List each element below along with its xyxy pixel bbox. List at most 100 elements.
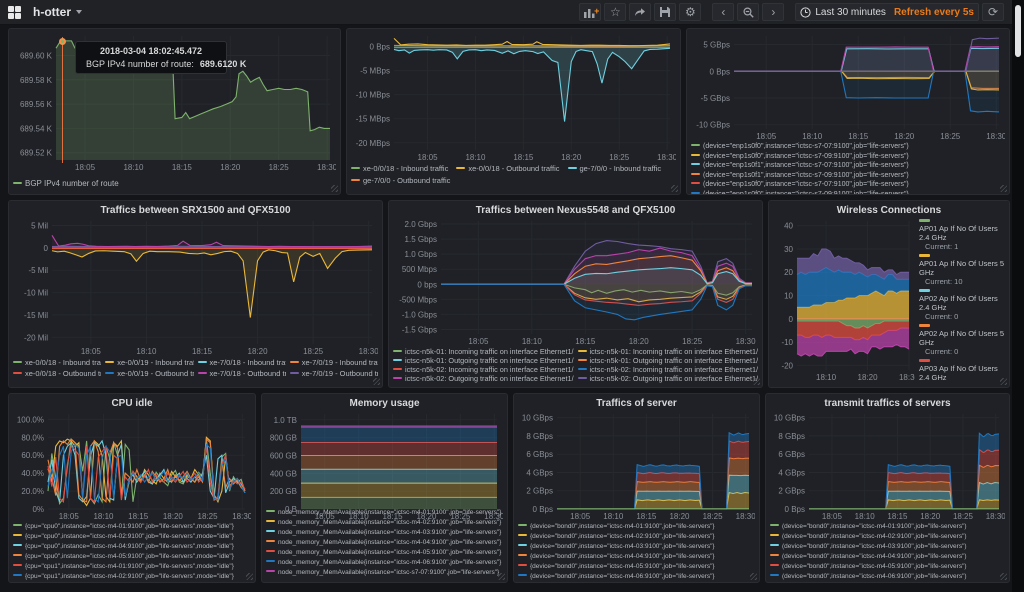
panel-title[interactable]: CPU idle bbox=[13, 397, 251, 410]
legend-item[interactable]: (device="bond0",instance="ictsc-m4-06:91… bbox=[770, 572, 1005, 582]
legend-item[interactable]: (device="bond0",instance="ictsc-m4-05:91… bbox=[770, 562, 1005, 572]
legend-item[interactable]: (device="enp1s0f0",instance="ictsc-s7-09… bbox=[691, 152, 1005, 162]
time-forward-button[interactable]: › bbox=[762, 3, 784, 21]
legend-item[interactable]: ictsc-n5k-02: Incoming traffic on interf… bbox=[393, 365, 574, 374]
cpu-idle-chart[interactable]: 100.0%80.0%60.0%40.0%20.0%0%18:0518:1018… bbox=[13, 410, 251, 522]
legend-item[interactable]: {cpu="cpu0",instance="ictsc-m4-01:9100",… bbox=[13, 522, 251, 532]
interface-traffic-chart[interactable]: 0 Bps-5 MBps-10 MBps-15 MBps-20 MBps18:0… bbox=[351, 32, 676, 163]
legend-item[interactable]: node_memory_MemAvailable{instance="ictsc… bbox=[266, 548, 503, 558]
panel-resize-handle[interactable] bbox=[498, 573, 505, 580]
legend-item[interactable]: (device="enp1s0f0",instance="ictsc-s7-07… bbox=[691, 180, 1005, 190]
legend-item[interactable]: (device="enp1s0f1",instance="ictsc-s7-07… bbox=[691, 161, 1005, 171]
grafana-menu-icon[interactable] bbox=[8, 6, 21, 19]
legend-item[interactable]: {cpu="cpu1",instance="ictsc-m4-01:9100",… bbox=[13, 562, 251, 572]
legend-item[interactable]: xe-7/0/18 - Inbound traffic bbox=[198, 357, 286, 368]
panel-resize-handle[interactable] bbox=[1000, 378, 1007, 385]
panel-resize-handle[interactable] bbox=[753, 378, 760, 385]
memory-usage-chart[interactable]: 1.0 TB800 GB600 GB400 GB200 GB0 B18:0518… bbox=[266, 410, 503, 522]
legend-item[interactable]: (device="bond0",instance="ictsc-m4-03:91… bbox=[770, 542, 1005, 552]
legend-item[interactable]: {cpu="cpu0",instance="ictsc-m4-05:9100",… bbox=[13, 552, 251, 562]
legend-item[interactable]: (device="bond0",instance="ictsc-m4-02:91… bbox=[770, 532, 1005, 542]
legend-item[interactable]: {device="bond0",instance="ictsc-m4-06:91… bbox=[518, 572, 755, 582]
legend-item[interactable]: ge-7/0/0 - Outbound traffic bbox=[351, 175, 450, 187]
legend-color-swatch bbox=[578, 377, 587, 379]
legend-item[interactable]: xe-0/0/18 - Inbound traffic bbox=[351, 163, 448, 175]
settings-button[interactable]: ⚙ bbox=[679, 3, 701, 21]
legend-item[interactable]: node_memory_MemAvailable{instance="ictsc… bbox=[266, 558, 503, 568]
legend-item[interactable]: xe-0/0/19 - Outbound traffic bbox=[105, 368, 193, 379]
legend-item[interactable]: xe-0/0/18 - Outbound traffic bbox=[13, 368, 101, 379]
wireless-chart[interactable]: 403020100-10-2018:1018:2018:30 bbox=[773, 217, 915, 383]
legend-item[interactable]: {device="bond0",instance="ictsc-m4-01:91… bbox=[518, 522, 755, 532]
legend-item[interactable]: (device="enp1s0f0",instance="ictsc-s7-09… bbox=[691, 190, 1005, 196]
legend-item[interactable]: BGP IPv4 number of route bbox=[13, 176, 119, 191]
legend-item[interactable]: AP02 Ap If No Of Users 5 GHzCurrent: 0 bbox=[919, 324, 1005, 356]
nic-traffic-chart[interactable]: 5 GBps0 Bps-5 GBps-10 GBps18:0518:1018:1… bbox=[691, 32, 1005, 142]
panel-resize-handle[interactable] bbox=[331, 185, 338, 192]
zoom-out-button[interactable] bbox=[737, 3, 759, 21]
star-button[interactable]: ☆ bbox=[604, 3, 626, 21]
legend-item[interactable]: {device="bond0",instance="ictsc-m4-04:91… bbox=[518, 552, 755, 562]
panel-title[interactable]: Traffics between Nexus5548 and QFX5100 bbox=[393, 204, 758, 217]
legend-item[interactable]: ictsc-n5k-02: Outgoing traffic on interf… bbox=[393, 374, 574, 383]
dashboard-picker[interactable]: h-otter bbox=[29, 3, 86, 21]
time-back-button[interactable]: ‹ bbox=[712, 3, 734, 21]
legend-item[interactable]: node_memory_MemAvailable{instance="ictsc… bbox=[266, 538, 503, 548]
add-panel-button[interactable]: + bbox=[579, 3, 601, 21]
panel-title[interactable]: Memory usage bbox=[266, 397, 503, 410]
legend-item[interactable]: xe-0/0/18 - Inbound traffic bbox=[13, 357, 101, 368]
legend-item[interactable]: ge-7/0/0 - Inbound traffic bbox=[568, 163, 662, 175]
legend-item[interactable]: {cpu="cpu1",instance="ictsc-m4-02:9100",… bbox=[13, 572, 251, 582]
legend-item[interactable]: (device="bond0",instance="ictsc-m4-01:91… bbox=[770, 522, 1005, 532]
share-button[interactable] bbox=[629, 3, 651, 21]
legend-item[interactable]: node_memory_MemAvailable{instance="ictsc… bbox=[266, 568, 503, 578]
legend-item[interactable]: (device="enp1s0f1",instance="ictsc-s7-09… bbox=[691, 171, 1005, 181]
transmit-traffic-chart[interactable]: 10 GBps8 GBps6 GBps4 GBps2 GBps0 Bps18:0… bbox=[770, 410, 1005, 522]
legend-item[interactable]: xe-7/0/18 - Outbound traffic bbox=[198, 368, 286, 379]
nexus-qfx-chart[interactable]: 2.0 Gbps1.5 Gbps1.0 Gbps500 Mbps0 bps-50… bbox=[393, 217, 758, 347]
legend-item[interactable]: {device="bond0",instance="ictsc-m4-05:91… bbox=[518, 562, 755, 572]
legend-item[interactable]: {device="bond0",instance="ictsc-m4-02:91… bbox=[518, 532, 755, 542]
panel-resize-handle[interactable] bbox=[373, 378, 380, 385]
legend-item[interactable]: ictsc-n5k-01: Outgoing traffic on interf… bbox=[578, 356, 759, 365]
legend-item[interactable]: {cpu="cpu0",instance="ictsc-m4-04:9100",… bbox=[13, 542, 251, 552]
legend-item[interactable]: xe-7/0/19 - Outbound traffic bbox=[290, 368, 378, 379]
legend-item[interactable]: (device="enp1s0f0",instance="ictsc-s7-07… bbox=[691, 142, 1005, 152]
legend-color-swatch bbox=[518, 574, 527, 576]
page-scrollbar[interactable] bbox=[1012, 0, 1024, 592]
panel-title[interactable]: Wireless Connections bbox=[773, 204, 1005, 217]
panel-title[interactable]: Traffics of server bbox=[518, 397, 755, 410]
legend-item[interactable]: {cpu="cpu0",instance="ictsc-m4-02:9100",… bbox=[13, 532, 251, 542]
legend-item[interactable]: ictsc-n5k-01: Incoming traffic on interf… bbox=[393, 347, 574, 356]
save-button[interactable] bbox=[654, 3, 676, 21]
legend-item[interactable]: xe-0/0/18 - Outbound traffic bbox=[456, 163, 559, 175]
chart-svg: 2.0 Gbps1.5 Gbps1.0 Gbps500 Mbps0 bps-50… bbox=[393, 217, 758, 347]
panel-resize-handle[interactable] bbox=[1000, 185, 1007, 192]
panel-resize-handle[interactable] bbox=[1000, 573, 1007, 580]
refresh-button[interactable]: ⟳ bbox=[982, 3, 1004, 21]
legend-item[interactable]: AP01 Ap If No Of Users 2.4 GHzCurrent: 1 bbox=[919, 219, 1005, 251]
srx-qfx-chart[interactable]: 5 Mil0-5 Mil-10 Mil-15 Mil-20 Mil18:0518… bbox=[13, 217, 378, 357]
legend-label: (device="enp1s0f0",instance="ictsc-s7-09… bbox=[703, 191, 909, 196]
panel-title[interactable]: Traffics between SRX1500 and QFX5100 bbox=[13, 204, 378, 217]
legend-item[interactable]: node_memory_MemAvailable{instance="ictsc… bbox=[266, 528, 503, 538]
legend-label: xe-0/0/18 - Outbound traffic bbox=[25, 369, 101, 378]
legend-item[interactable]: AP02 Ap If No Of Users 2.4 GHzCurrent: 0 bbox=[919, 289, 1005, 321]
legend-item[interactable]: ictsc-n5k-02: Incoming traffic on interf… bbox=[578, 365, 759, 374]
legend-item[interactable]: ictsc-n5k-02: Outgoing traffic on interf… bbox=[578, 374, 759, 383]
legend-item[interactable]: xe-0/0/19 - Inbound traffic bbox=[105, 357, 193, 368]
legend-item[interactable]: ictsc-n5k-01: Outgoing traffic on interf… bbox=[393, 356, 574, 365]
panel-resize-handle[interactable] bbox=[246, 573, 253, 580]
scrollbar-thumb[interactable] bbox=[1015, 5, 1021, 57]
legend-item[interactable]: {device="bond0",instance="ictsc-m4-03:91… bbox=[518, 542, 755, 552]
legend-item[interactable]: xe-7/0/19 - Inbound traffic bbox=[290, 357, 378, 368]
time-range-picker[interactable]: Last 30 minutes Refresh every 5s bbox=[795, 3, 979, 21]
server-traffic-chart[interactable]: 10 GBps8 GBps6 GBps4 GBps2 GBps0 Bps18:0… bbox=[518, 410, 755, 522]
legend-item[interactable]: (device="bond0",instance="ictsc-m4-04:91… bbox=[770, 552, 1005, 562]
legend-item[interactable]: AP01 Ap If No Of Users 5 GHzCurrent: 10 bbox=[919, 254, 1005, 286]
panel-title[interactable]: transmit traffics of servers bbox=[770, 397, 1005, 410]
panel-resize-handle[interactable] bbox=[750, 573, 757, 580]
legend-item[interactable]: AP03 Ap If No Of Users 2.4 GHzCurrent: 2 bbox=[919, 359, 1005, 383]
panel-resize-handle[interactable] bbox=[671, 185, 678, 192]
legend-item[interactable]: ictsc-n5k-01: Incoming traffic on interf… bbox=[578, 347, 759, 356]
